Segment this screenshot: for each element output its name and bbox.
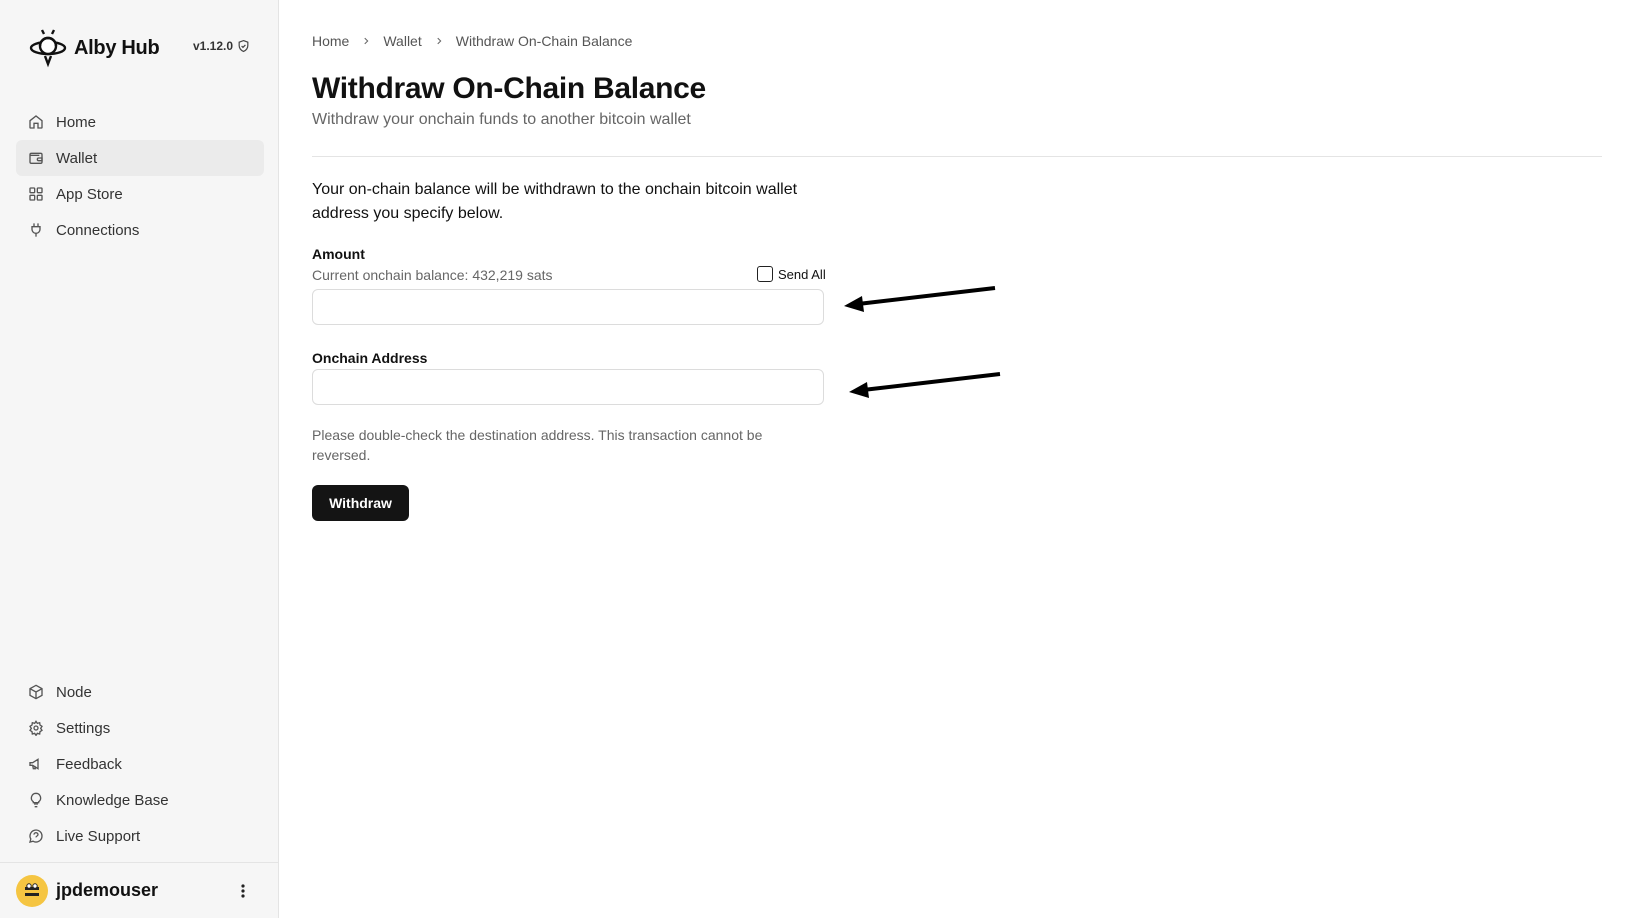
sidebar-item-label: Connections: [56, 221, 140, 239]
balance-text: Current onchain balance: 432,219 sats: [312, 267, 553, 283]
home-icon: [28, 114, 44, 130]
sidebar-item-feedback[interactable]: Feedback: [16, 746, 264, 782]
breadcrumb-home[interactable]: Home: [312, 33, 349, 49]
send-all-checkbox[interactable]: Send All: [757, 266, 826, 282]
version-badge: v1.12.0: [193, 39, 250, 53]
intro-text: Your on-chain balance will be withdrawn …: [312, 181, 798, 222]
sidebar-item-label: Settings: [56, 719, 111, 737]
gear-icon: [28, 720, 44, 736]
chevron-right-icon: [361, 36, 371, 46]
alby-logo-icon: [29, 29, 67, 68]
annotation-arrow-icon: [844, 286, 996, 312]
sidebar-item-label: Live Support: [56, 827, 141, 845]
amount-input[interactable]: [312, 289, 824, 325]
divider: [312, 156, 1602, 157]
warning-text: Please double-check the destination addr…: [312, 427, 763, 463]
sidebar-item-live-support[interactable]: Live Support: [16, 818, 264, 854]
brand-name: Alby Hub: [74, 36, 160, 59]
user-menu[interactable]: jpdemouser: [0, 862, 279, 918]
send-all-label: Send All: [778, 266, 826, 282]
lightbulb-icon: [28, 792, 44, 808]
version-text: v1.12.0: [193, 39, 234, 53]
sidebar-item-settings[interactable]: Settings: [16, 710, 264, 746]
breadcrumb-current: Withdraw On-Chain Balance: [455, 33, 633, 49]
primary-nav: Home Wallet App Store Connections: [16, 104, 264, 248]
sidebar-item-home[interactable]: Home: [16, 104, 264, 140]
bee-avatar-icon: [20, 878, 44, 903]
sidebar-item-node[interactable]: Node: [16, 674, 264, 710]
sidebar-item-wallet[interactable]: Wallet: [16, 140, 264, 176]
breadcrumb: Home Wallet Withdraw On-Chain Balance: [312, 33, 632, 49]
wallet-icon: [28, 150, 44, 166]
shield-check-icon: [238, 39, 249, 53]
sidebar-item-connections[interactable]: Connections: [16, 212, 264, 248]
secondary-nav: Node Settings Feedback Knowledge Base Li…: [16, 674, 264, 854]
sidebar-item-label: Node: [56, 683, 92, 701]
chevron-right-icon: [434, 36, 444, 46]
chat-icon: [28, 828, 44, 844]
amount-label: Amount: [312, 246, 365, 262]
more-options-button[interactable]: [233, 881, 253, 901]
sidebar-item-label: Home: [56, 113, 97, 131]
brand[interactable]: Alby Hub: [28, 28, 160, 68]
cube-icon: [28, 684, 44, 700]
annotation-arrow-icon: [849, 372, 1001, 398]
grid-icon: [28, 186, 44, 202]
sidebar-item-knowledge-base[interactable]: Knowledge Base: [16, 782, 264, 818]
megaphone-icon: [28, 756, 44, 772]
sidebar-item-label: Feedback: [56, 755, 122, 773]
plug-icon: [28, 222, 44, 238]
address-label: Onchain Address: [312, 350, 428, 366]
onchain-address-input[interactable]: [312, 369, 824, 405]
withdraw-button[interactable]: Withdraw: [312, 485, 409, 521]
avatar: [16, 874, 48, 907]
breadcrumb-wallet[interactable]: Wallet: [383, 33, 421, 49]
main-content: Home Wallet Withdraw On-Chain Balance Wi…: [312, 0, 1633, 918]
sidebar-item-app-store[interactable]: App Store: [16, 176, 264, 212]
username: jpdemouser: [56, 880, 159, 900]
page-subtitle: Withdraw your onchain funds to another b…: [312, 111, 691, 128]
sidebar-item-label: App Store: [56, 185, 123, 203]
page-title: Withdraw On-Chain Balance: [312, 72, 706, 105]
sidebar-item-label: Knowledge Base: [56, 791, 169, 809]
sidebar: Alby Hub v1.12.0 Home Wallet App Store C…: [0, 0, 279, 918]
sidebar-item-label: Wallet: [56, 149, 98, 167]
more-vertical-icon: [241, 884, 245, 898]
checkbox-box[interactable]: [757, 266, 773, 282]
